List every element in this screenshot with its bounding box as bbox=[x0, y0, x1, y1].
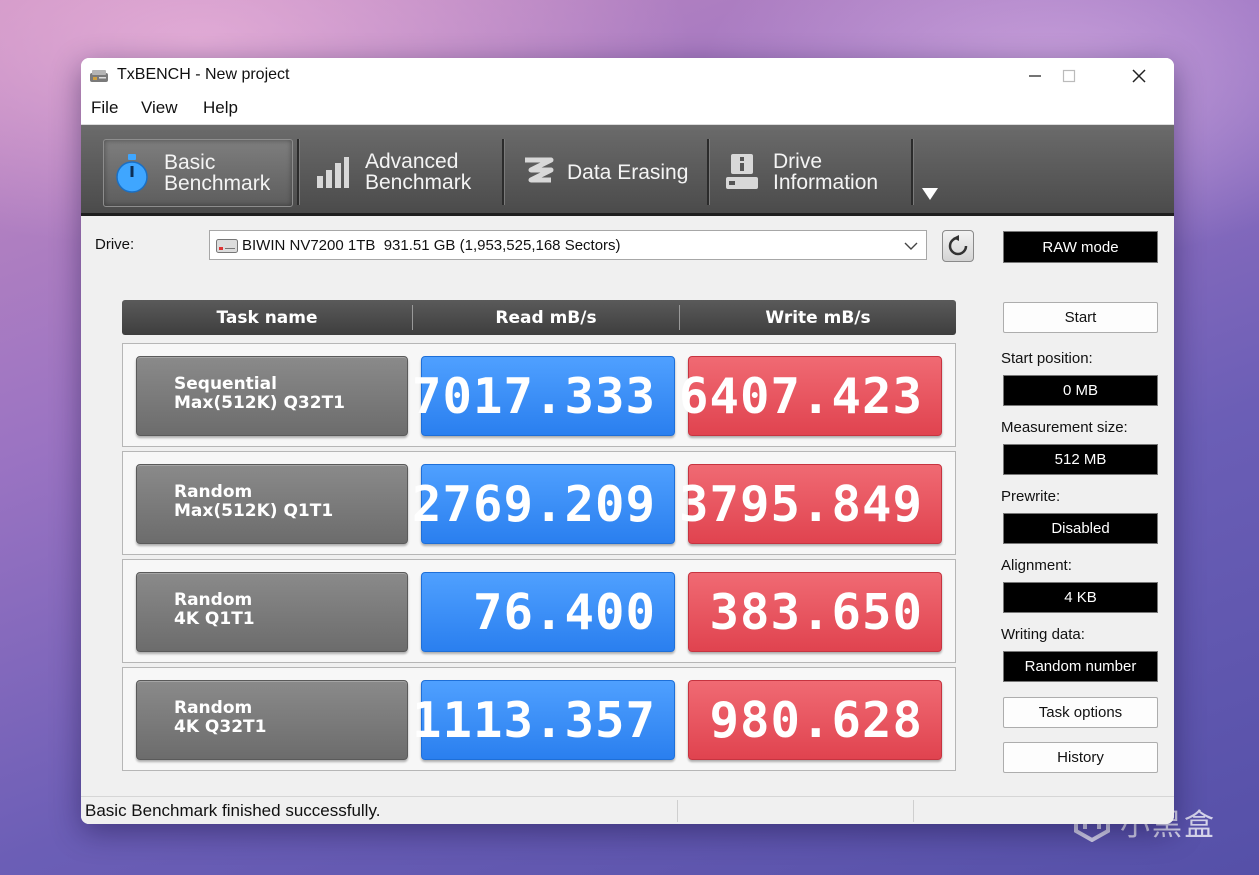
header-read: Read mB/s bbox=[495, 307, 597, 328]
drive-select[interactable]: BIWIN NV7200 1TB 931.51 GB (1,953,525,16… bbox=[209, 230, 927, 260]
write-value: 383.650 bbox=[688, 572, 942, 652]
tab-drive-information[interactable]: Drive Information bbox=[721, 139, 911, 205]
drive-info-icon bbox=[726, 154, 758, 189]
task-button[interactable]: Random 4K Q32T1 bbox=[136, 680, 408, 760]
window-title: TxBENCH - New project bbox=[117, 66, 290, 83]
drive-value: BIWIN NV7200 1TB 931.51 GB (1,953,525,16… bbox=[242, 236, 621, 254]
task-line-2: 4K Q1T1 bbox=[174, 609, 255, 629]
write-value: 3795.849 bbox=[679, 464, 942, 544]
toolbar: Basic Benchmark Advanced Benchmark Data … bbox=[81, 125, 1174, 216]
task-line-1: Sequential bbox=[174, 374, 277, 394]
writing-data-field[interactable]: Random number bbox=[1003, 651, 1158, 682]
prewrite-label: Prewrite: bbox=[1001, 488, 1061, 505]
status-bar: Basic Benchmark finished successfully. bbox=[81, 796, 1174, 824]
read-value: 7017.333 bbox=[412, 356, 675, 436]
toolbar-separator bbox=[297, 139, 300, 205]
close-button[interactable] bbox=[1116, 58, 1162, 94]
bar-chart-icon bbox=[317, 157, 349, 188]
task-line-2: 4K Q32T1 bbox=[174, 717, 267, 737]
results-header: Task name Read mB/s Write mB/s bbox=[122, 300, 956, 335]
result-row-random-4k-q32: Random 4K Q32T1 1113.357 980.628 bbox=[122, 667, 956, 771]
tab-drive-label-2: Information bbox=[773, 171, 879, 194]
header-task-name: Task name bbox=[216, 307, 318, 328]
tab-basic-benchmark[interactable]: Basic Benchmark bbox=[103, 139, 293, 207]
tab-advanced-label-2: Benchmark bbox=[365, 171, 472, 194]
tab-drive-label-1: Drive bbox=[773, 150, 823, 173]
chevron-down-icon bbox=[904, 242, 918, 250]
result-row-sequential: Sequential Max(512K) Q32T1 7017.333 6407… bbox=[122, 343, 956, 447]
measurement-size-label: Measurement size: bbox=[1001, 419, 1128, 436]
task-line-1: Random bbox=[174, 590, 253, 610]
refresh-icon bbox=[948, 235, 968, 256]
menu-file[interactable]: File bbox=[91, 98, 118, 118]
writing-data-label: Writing data: bbox=[1001, 626, 1085, 643]
task-button[interactable]: Random Max(512K) Q1T1 bbox=[136, 464, 408, 544]
write-value: 6407.423 bbox=[679, 356, 942, 436]
start-position-field[interactable]: 0 MB bbox=[1003, 375, 1158, 406]
title-bar[interactable]: TxBENCH - New project bbox=[81, 58, 1174, 94]
eraser-icon bbox=[525, 157, 554, 183]
raw-mode-indicator: RAW mode bbox=[1003, 231, 1158, 263]
status-separator bbox=[913, 800, 914, 822]
task-button[interactable]: Sequential Max(512K) Q32T1 bbox=[136, 356, 408, 436]
prewrite-field[interactable]: Disabled bbox=[1003, 513, 1158, 544]
close-icon bbox=[1132, 69, 1146, 83]
toolbar-separator bbox=[707, 139, 710, 205]
alignment-field[interactable]: 4 KB bbox=[1003, 582, 1158, 613]
maximize-icon bbox=[1062, 69, 1076, 83]
stopwatch-icon bbox=[116, 154, 148, 193]
maximize-button[interactable] bbox=[1046, 58, 1092, 94]
result-row-random-4k-q1: Random 4K Q1T1 76.400 383.650 bbox=[122, 559, 956, 663]
task-button[interactable]: Random 4K Q1T1 bbox=[136, 572, 408, 652]
read-value: 2769.209 bbox=[412, 464, 675, 544]
tab-advanced-label-1: Advanced bbox=[365, 150, 459, 173]
chevron-down-icon[interactable] bbox=[921, 187, 939, 201]
tab-basic-label-2: Benchmark bbox=[164, 172, 271, 195]
task-line-1: Random bbox=[174, 482, 253, 502]
task-line-1: Random bbox=[174, 698, 253, 718]
menu-help[interactable]: Help bbox=[203, 98, 238, 118]
status-separator bbox=[677, 800, 678, 822]
app-logo-icon bbox=[90, 70, 108, 82]
task-options-button[interactable]: Task options bbox=[1003, 697, 1158, 728]
read-value: 76.400 bbox=[421, 572, 675, 652]
tab-advanced-benchmark[interactable]: Advanced Benchmark bbox=[311, 139, 501, 205]
tab-erasing-label: Data Erasing bbox=[567, 160, 689, 184]
refresh-button[interactable] bbox=[942, 230, 974, 262]
start-position-label: Start position: bbox=[1001, 350, 1093, 367]
task-line-2: Max(512K) Q1T1 bbox=[174, 501, 334, 521]
write-value: 980.628 bbox=[688, 680, 942, 760]
status-text: Basic Benchmark finished successfully. bbox=[85, 801, 381, 820]
app-window: TxBENCH - New project File View Help Bas… bbox=[81, 58, 1174, 824]
tab-data-erasing[interactable]: Data Erasing bbox=[517, 139, 701, 205]
menu-bar: File View Help bbox=[81, 94, 1174, 125]
alignment-label: Alignment: bbox=[1001, 557, 1072, 574]
header-write: Write mB/s bbox=[765, 307, 871, 328]
start-button[interactable]: Start bbox=[1003, 302, 1158, 333]
hard-drive-icon bbox=[216, 239, 238, 253]
toolbar-separator bbox=[502, 139, 505, 205]
history-button[interactable]: History bbox=[1003, 742, 1158, 773]
main-panel: Drive: BIWIN NV7200 1TB 931.51 GB (1,953… bbox=[81, 216, 1174, 794]
measurement-size-field[interactable]: 512 MB bbox=[1003, 444, 1158, 475]
read-value: 1113.357 bbox=[412, 680, 675, 760]
drive-label: Drive: bbox=[95, 236, 135, 253]
toolbar-separator bbox=[911, 139, 914, 205]
minimize-icon bbox=[1029, 75, 1041, 77]
result-row-random-max: Random Max(512K) Q1T1 2769.209 3795.849 bbox=[122, 451, 956, 555]
task-line-2: Max(512K) Q32T1 bbox=[174, 393, 346, 413]
tab-basic-label-1: Basic bbox=[164, 151, 216, 174]
menu-view[interactable]: View bbox=[141, 98, 178, 118]
